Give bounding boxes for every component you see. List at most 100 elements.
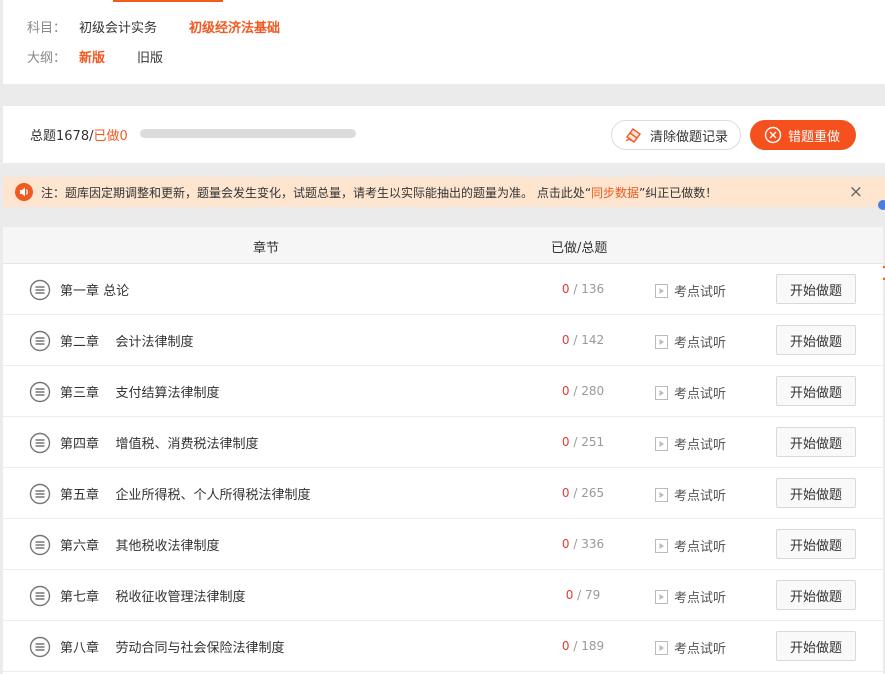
start-practice-button[interactable]: 开始做题 [776, 427, 856, 457]
notice-text: 注：题库因定期调整和更新，题量会发生变化，试题总量，请考生以实际能抽出的题量为准… [41, 184, 717, 201]
done-value: 0 [561, 537, 570, 551]
question-bank-page: 科目： 初级会计实务 初级经济法基础 大纲： 新版 旧版 总题1678/已做0 … [0, 0, 885, 674]
close-icon[interactable]: × [849, 183, 863, 201]
listen-preview-link[interactable]: 考点试听 [655, 638, 726, 657]
eraser-icon [625, 128, 641, 143]
listen-label: 考点试听 [674, 336, 727, 351]
progress-separator: / [569, 537, 582, 551]
progress-separator: / [569, 639, 582, 653]
start-practice-button[interactable]: 开始做题 [776, 274, 856, 304]
chapter-title: 第五章 企业所得税、个人所得税法律制度 [60, 488, 311, 503]
listen-preview-link[interactable]: 考点试听 [655, 434, 726, 453]
header-chapter: 章节 [253, 241, 280, 256]
listen-label: 考点试听 [674, 591, 727, 606]
chapter-row: 第八章 劳动合同与社会保险法律制度 0 / 189 考点试听 开始做题 [3, 621, 883, 672]
progress-bar [140, 129, 356, 138]
done-value: 0 [561, 639, 570, 653]
subject-filter-row: 科目： 初级会计实务 初级经济法基础 [27, 17, 312, 36]
scroll-dot-indicator [878, 200, 885, 210]
list-menu-icon [29, 432, 51, 454]
outline-option-new[interactable]: 新版 [79, 47, 105, 66]
redo-wrong-button[interactable]: 错题重做 [750, 120, 856, 150]
listen-preview-link[interactable]: 考点试听 [655, 536, 726, 555]
chapter-title: 第六章 其他税收法律制度 [60, 539, 220, 554]
listen-preview-link[interactable]: 考点试听 [655, 587, 726, 606]
total-value: 251 [581, 435, 605, 449]
start-practice-button[interactable]: 开始做题 [776, 631, 856, 661]
subject-option-accounting-practice[interactable]: 初级会计实务 [79, 17, 157, 36]
total-value: 142 [581, 333, 605, 347]
chapter-title: 第二章 会计法律制度 [60, 335, 194, 350]
chapter-table: 章节 已做/总题 第一章 总论 0 / 136 考点试听 开始做题 第二章 会计法律制度… [3, 227, 883, 674]
total-count: 总题1678/ [30, 129, 94, 144]
start-practice-button[interactable]: 开始做题 [776, 478, 856, 508]
listen-preview-link[interactable]: 考点试听 [655, 383, 726, 402]
notice-text-suffix: ”纠正已做数！ [639, 185, 718, 200]
outline-option-old[interactable]: 旧版 [137, 47, 163, 66]
chapter-progress: 0 / 336 [543, 537, 623, 551]
done-value: 0 [561, 435, 570, 449]
done-value: 0 [561, 384, 570, 398]
start-practice-button[interactable]: 开始做题 [776, 580, 856, 610]
filter-panel: 科目： 初级会计实务 初级经济法基础 大纲： 新版 旧版 [3, 0, 885, 84]
subject-option-economic-law[interactable]: 初级经济法基础 [189, 17, 280, 36]
total-value: 79 [585, 588, 601, 602]
redo-wrong-label: 错题重做 [788, 129, 841, 145]
start-practice-button[interactable]: 开始做题 [776, 325, 856, 355]
chapter-row: 第四章 增值税、消费税法律制度 0 / 251 考点试听 开始做题 [3, 417, 883, 468]
chapter-progress: 0 / 251 [543, 435, 623, 449]
progress-separator: / [569, 333, 582, 347]
total-value: 280 [581, 384, 605, 398]
chapter-row: 第七章 税收征收管理法律制度 0 / 79 考点试听 开始做题 [3, 570, 883, 621]
listen-label: 考点试听 [674, 387, 727, 402]
listen-label: 考点试听 [674, 489, 727, 504]
chapter-row: 第六章 其他税收法律制度 0 / 336 考点试听 开始做题 [3, 519, 883, 570]
listen-preview-link[interactable]: 考点试听 [655, 485, 726, 504]
notice-text-prefix: 注：题库因定期调整和更新，题量会发生变化，试题总量，请考生以实际能抽出的题量为准… [41, 185, 592, 200]
chapter-progress: 0 / 189 [543, 639, 623, 653]
list-menu-icon [29, 534, 51, 556]
total-value: 265 [581, 486, 605, 500]
clear-records-button[interactable]: 清除做题记录 [611, 120, 741, 150]
outline-filter-row: 大纲： 新版 旧版 [27, 47, 195, 66]
chapter-row: 第三章 支付结算法律制度 0 / 280 考点试听 开始做题 [3, 366, 883, 417]
listen-label: 考点试听 [674, 285, 727, 300]
play-icon [655, 436, 668, 451]
play-icon [655, 640, 668, 655]
play-icon [655, 538, 668, 553]
chapter-row: 第五章 企业所得税、个人所得税法律制度 0 / 265 考点试听 开始做题 [3, 468, 883, 519]
sync-data-link[interactable]: 同步数据 [591, 186, 639, 200]
chapter-title: 第八章 劳动合同与社会保险法律制度 [60, 641, 285, 656]
chapter-progress: 0 / 280 [543, 384, 623, 398]
chapter-progress: 0 / 79 [543, 588, 623, 602]
chapter-title: 第一章 总论 [60, 284, 130, 299]
chapter-title: 第四章 增值税、消费税法律制度 [60, 437, 259, 452]
list-menu-icon [29, 381, 51, 403]
play-icon [655, 385, 668, 400]
listen-preview-link[interactable]: 考点试听 [655, 281, 726, 300]
play-icon [655, 589, 668, 604]
chapter-progress: 0 / 265 [543, 486, 623, 500]
done-value: 0 [561, 486, 570, 500]
list-menu-icon [29, 330, 51, 352]
done-value: 0 [561, 333, 570, 347]
progress-separator: / [573, 588, 586, 602]
close-circle-icon [764, 126, 782, 144]
clear-records-label: 清除做题记录 [650, 129, 729, 145]
listen-preview-link[interactable]: 考点试听 [655, 332, 726, 351]
list-menu-icon [29, 483, 51, 505]
play-icon [655, 334, 668, 349]
done-count: 已做0 [93, 129, 128, 144]
start-practice-button[interactable]: 开始做题 [776, 376, 856, 406]
stats-bar: 总题1678/已做0 清除做题记录 错题重做 [3, 106, 885, 163]
start-practice-button[interactable]: 开始做题 [776, 529, 856, 559]
listen-label: 考点试听 [674, 642, 727, 657]
list-menu-icon [29, 585, 51, 607]
question-count: 总题1678/已做0 [30, 125, 128, 144]
chapter-progress: 0 / 136 [543, 282, 623, 296]
total-value: 189 [581, 639, 605, 653]
progress-separator: / [569, 486, 582, 500]
table-header: 章节 已做/总题 [3, 227, 883, 264]
listen-label: 考点试听 [674, 540, 727, 555]
chapter-row: 第一章 总论 0 / 136 考点试听 开始做题 [3, 264, 883, 315]
